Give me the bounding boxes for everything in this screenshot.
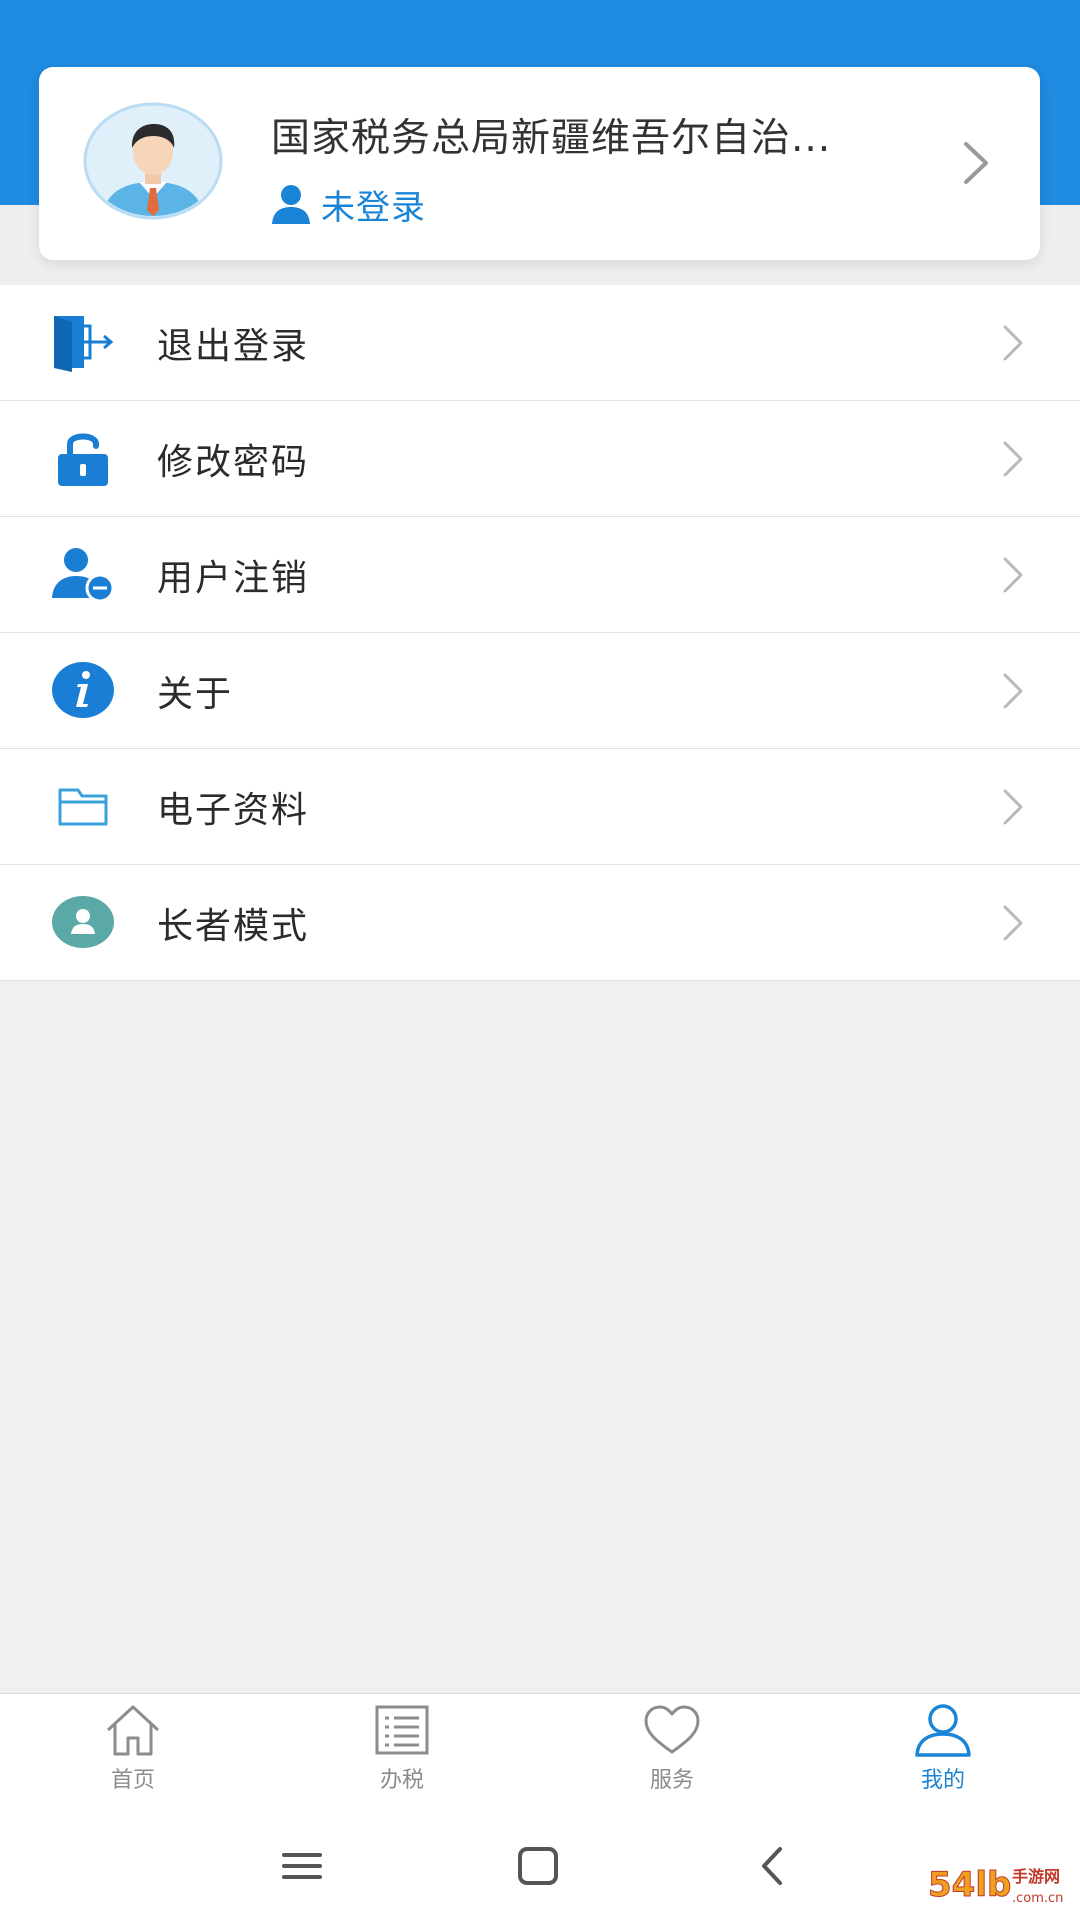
user-remove-icon [52,548,115,603]
menu-item-label: 关于 [157,674,234,715]
tab-home[interactable]: 首页 [53,1702,213,1806]
tab-mine[interactable]: 我的 [863,1702,1023,1806]
person-icon [915,1704,971,1757]
tab-label: 我的 [920,1768,965,1793]
menu-item-label: 用户注销 [157,558,310,599]
menu-item-change-password[interactable]: 修改密码 [0,401,1080,517]
svg-text:54lb: 54lb [928,1865,1011,1905]
user-icon [272,185,310,224]
tab-tax[interactable]: 办税 [322,1702,482,1806]
chevron-right-icon [1003,441,1023,477]
logout-door-icon [54,316,114,372]
profile-card[interactable]: 国家税务总局新疆维吾尔自治... 未登录 [39,67,1040,260]
recent-apps-icon[interactable] [272,1841,332,1891]
menu-item-label: 修改密码 [157,442,310,483]
list-icon [375,1705,429,1755]
info-icon [52,662,114,718]
bottom-tab-bar: 首页 办税 服务 我的 [0,1693,1080,1812]
elder-mode-icon [52,896,114,948]
tab-label: 办税 [379,1768,424,1793]
chevron-right-icon [964,142,988,184]
user-avatar-icon [83,102,223,220]
chevron-right-icon [1003,557,1023,593]
home-button-icon[interactable] [508,1841,568,1891]
organization-name: 国家税务总局新疆维吾尔自治... [271,116,832,161]
menu-item-label: 退出登录 [157,326,310,367]
menu-item-logout[interactable]: 退出登录 [0,285,1080,401]
menu-item-label: 电子资料 [157,790,310,831]
login-status-row[interactable]: 未登录 [271,181,426,228]
tab-label: 服务 [649,1768,694,1793]
tab-label: 首页 [110,1768,155,1793]
back-icon[interactable] [744,1841,804,1891]
login-status-text: 未登录 [321,187,426,228]
settings-menu: 退出登录 修改密码 用户注销 关于 电子资料 长者模式 [0,285,1080,981]
tab-service[interactable]: 服务 [592,1702,752,1806]
lock-icon [58,433,108,486]
menu-item-e-documents[interactable]: 电子资料 [0,749,1080,865]
menu-item-about[interactable]: 关于 [0,633,1080,749]
folder-icon [58,788,108,826]
chevron-right-icon [1003,905,1023,941]
watermark-logo: 54lb 手游网 .com.cn [928,1865,1064,1907]
svg-text:手游网: 手游网 [1012,1867,1060,1886]
svg-text:.com.cn: .com.cn [1012,1891,1063,1906]
chevron-right-icon [1003,789,1023,825]
chevron-right-icon [1003,673,1023,709]
chevron-right-icon [1003,325,1023,361]
menu-item-deregister-user[interactable]: 用户注销 [0,517,1080,633]
menu-item-elder-mode[interactable]: 长者模式 [0,865,1080,981]
heart-icon [644,1705,700,1754]
menu-item-label: 长者模式 [157,906,310,947]
system-navigation-bar [0,1811,1080,1920]
home-icon [106,1705,160,1756]
